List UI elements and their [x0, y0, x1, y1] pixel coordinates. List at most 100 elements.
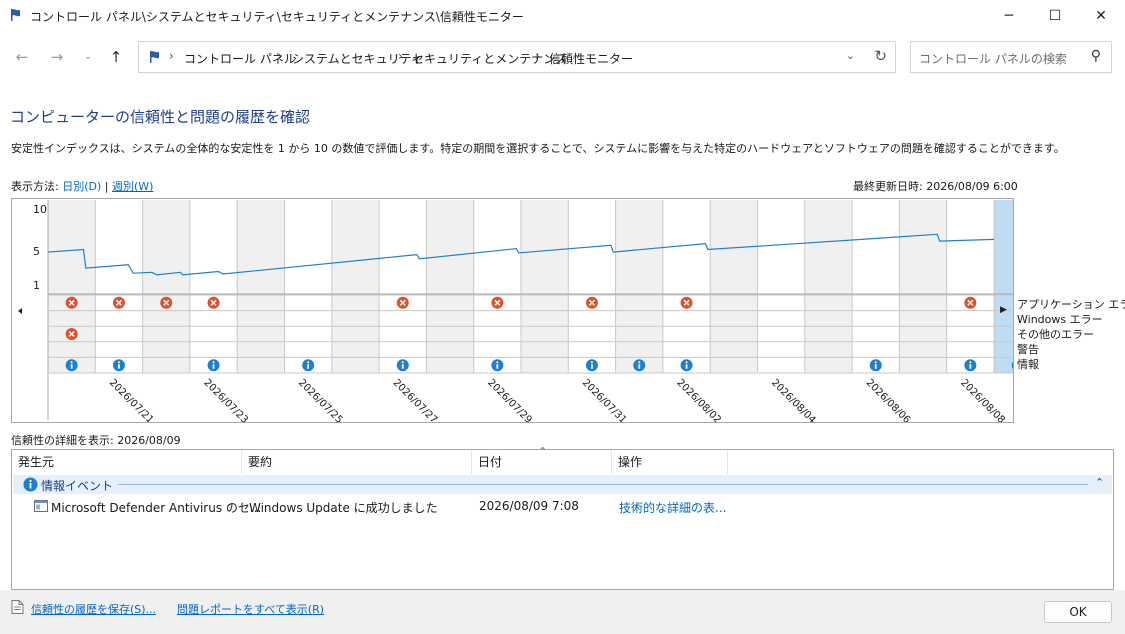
- info-event-glyph: [70, 361, 73, 364]
- view-weekly-link[interactable]: 週別(W): [112, 180, 153, 193]
- close-button[interactable]: ✕: [1078, 0, 1124, 32]
- x-tick-label: 2026/07/23: [201, 377, 250, 422]
- details-table: 発生元 要約 日付 ⌃ 操作 情報イベント ⌃ Microsoft Defend…: [11, 445, 1114, 590]
- table-row[interactable]: Microsoft Defender Antivirus のセ... Windo…: [13, 496, 1112, 516]
- info-event-glyph: [307, 361, 310, 364]
- x-tick-label: 2026/08/02: [674, 377, 723, 422]
- sort-ascending-icon: ⌃: [538, 445, 548, 458]
- minimize-button[interactable]: ─: [986, 0, 1032, 32]
- window-title: コントロール パネル\システムとセキュリティ\セキュリティとメンテナンス\信頼性…: [30, 10, 524, 24]
- chevron-right-icon: ›: [278, 49, 283, 63]
- scroll-left-icon[interactable]: [18, 308, 22, 314]
- row-date: 2026/08/09 7:08: [479, 499, 579, 513]
- technical-details-link[interactable]: 技術的な詳細の表...: [619, 499, 726, 516]
- view-daily-link[interactable]: 日別(D): [62, 180, 101, 193]
- breadcrumb-security-maintenance[interactable]: セキュリティとメンテナンス: [412, 50, 567, 67]
- day-column: [568, 200, 616, 373]
- search-input[interactable]: コントロール パネルの検索 ⚲: [910, 41, 1112, 73]
- page-title: コンピューターの信頼性と問題の履歴を確認: [10, 108, 311, 126]
- day-column: [473, 200, 521, 373]
- row-summary: Windows Update に成功しました: [249, 501, 438, 515]
- chevron-right-icon: ›: [398, 49, 403, 63]
- info-event-glyph: [590, 361, 593, 364]
- day-column: [521, 200, 569, 373]
- address-bar[interactable]: › コントロール パネル › システムとセキュリティ › セキュリティとメンテナ…: [138, 41, 896, 73]
- day-column: [852, 200, 900, 373]
- x-tick-label: 2026/08/08: [958, 377, 1007, 422]
- day-column: [710, 200, 758, 373]
- details-label: 信頼性の詳細を表示: 2026/08/09: [11, 434, 181, 447]
- day-column: [757, 200, 805, 373]
- arrow-left-icon: ←: [15, 48, 29, 66]
- search-placeholder: コントロール パネルの検索: [919, 52, 1067, 66]
- info-event-glyph: [874, 364, 877, 369]
- info-event-glyph: [117, 361, 120, 364]
- info-event-glyph: [874, 361, 877, 364]
- chevron-right-icon: ›: [535, 49, 540, 63]
- chart-legend: アプリケーション エラー Windows エラー その他のエラー 警告 情報: [1017, 297, 1125, 372]
- view-all-reports-link[interactable]: 問題レポートをすべて表示(R): [177, 601, 324, 617]
- info-event-glyph: [969, 361, 972, 364]
- day-column: [946, 200, 994, 373]
- recent-locations-button[interactable]: ⌄: [76, 45, 100, 69]
- scroll-right-icon[interactable]: ▶: [1000, 305, 1007, 315]
- refresh-icon[interactable]: ↻: [874, 47, 887, 65]
- group-header-info-events[interactable]: 情報イベント ⌃: [13, 475, 1112, 494]
- column-header-source[interactable]: 発生元: [12, 450, 242, 474]
- day-column: [284, 200, 332, 373]
- legend-warnings: 警告: [1017, 343, 1039, 356]
- breadcrumb-system-security[interactable]: システムとセキュリティ: [292, 50, 423, 67]
- day-column: [331, 200, 380, 373]
- day-column: [142, 200, 190, 373]
- reliability-chart[interactable]: 10 5 1 2026/07/21 2026/07/23 2026/07/25 2026/0…: [11, 198, 1014, 423]
- info-event-glyph: [496, 364, 499, 369]
- day-column: [804, 200, 853, 373]
- ok-button[interactable]: OK: [1044, 601, 1112, 623]
- forward-button[interactable]: →: [45, 45, 69, 69]
- breadcrumb-reliability-monitor[interactable]: 信頼性モニター: [549, 50, 633, 67]
- up-button[interactable]: ↑: [104, 45, 128, 69]
- x-tick-label: 2026/07/31: [580, 377, 629, 422]
- day-column: [48, 200, 96, 373]
- column-header-summary[interactable]: 要約: [242, 450, 472, 474]
- info-icon: [23, 477, 38, 492]
- application-icon: [34, 500, 48, 512]
- legend-info: 情報: [1017, 358, 1039, 371]
- info-event-glyph: [638, 364, 641, 369]
- address-dropdown-icon[interactable]: ⌄: [846, 49, 855, 62]
- info-event-glyph: [212, 361, 215, 364]
- info-event-glyph: [969, 364, 972, 369]
- back-button[interactable]: ←: [10, 45, 34, 69]
- view-by-label: 表示方法:: [11, 180, 59, 193]
- info-event-glyph: [638, 361, 641, 364]
- y-tick-label: 10: [33, 203, 47, 216]
- x-tick-label: 2026/07/25: [296, 377, 345, 422]
- arrow-right-icon: →: [50, 48, 64, 66]
- group-label: 情報イベント: [41, 479, 114, 493]
- search-icon[interactable]: ⚲: [1091, 48, 1101, 64]
- legend-windows-errors: Windows エラー: [1017, 313, 1103, 326]
- view-by-row: 表示方法: 日別(D) | 週別(W): [11, 178, 153, 194]
- legend-app-errors: アプリケーション エラー: [1017, 298, 1125, 311]
- title-bar: コントロール パネル\システムとセキュリティ\セキュリティとメンテナンス\信頼性…: [0, 0, 1125, 32]
- row-source: Microsoft Defender Antivirus のセ...: [51, 501, 262, 515]
- info-event-glyph: [401, 364, 404, 369]
- info-event-glyph: [685, 361, 688, 364]
- x-tick-label: 2026/08/04: [769, 377, 818, 422]
- info-event-glyph: [401, 361, 404, 364]
- view-separator: |: [104, 180, 109, 193]
- maximize-button[interactable]: ☐: [1032, 0, 1078, 32]
- column-header-action[interactable]: 操作: [612, 450, 728, 474]
- info-event-glyph: [212, 364, 215, 369]
- save-history-link[interactable]: 信頼性の履歴を保存(S)...: [31, 601, 156, 617]
- save-document-icon: [11, 600, 24, 614]
- x-tick-label: 2026/07/29: [485, 377, 534, 422]
- info-event-glyph: [70, 364, 73, 369]
- collapse-icon[interactable]: ⌃: [1095, 476, 1104, 489]
- arrow-up-icon: ↑: [109, 48, 123, 66]
- day-column: [95, 200, 143, 373]
- legend-other-errors: その他のエラー: [1017, 328, 1094, 341]
- chevron-down-icon: ⌄: [83, 51, 93, 62]
- info-event-glyph: [591, 364, 593, 369]
- chart-svg[interactable]: 10 5 1 2026/07/21 2026/07/23 2026/07/25 2026/0…: [12, 199, 1013, 422]
